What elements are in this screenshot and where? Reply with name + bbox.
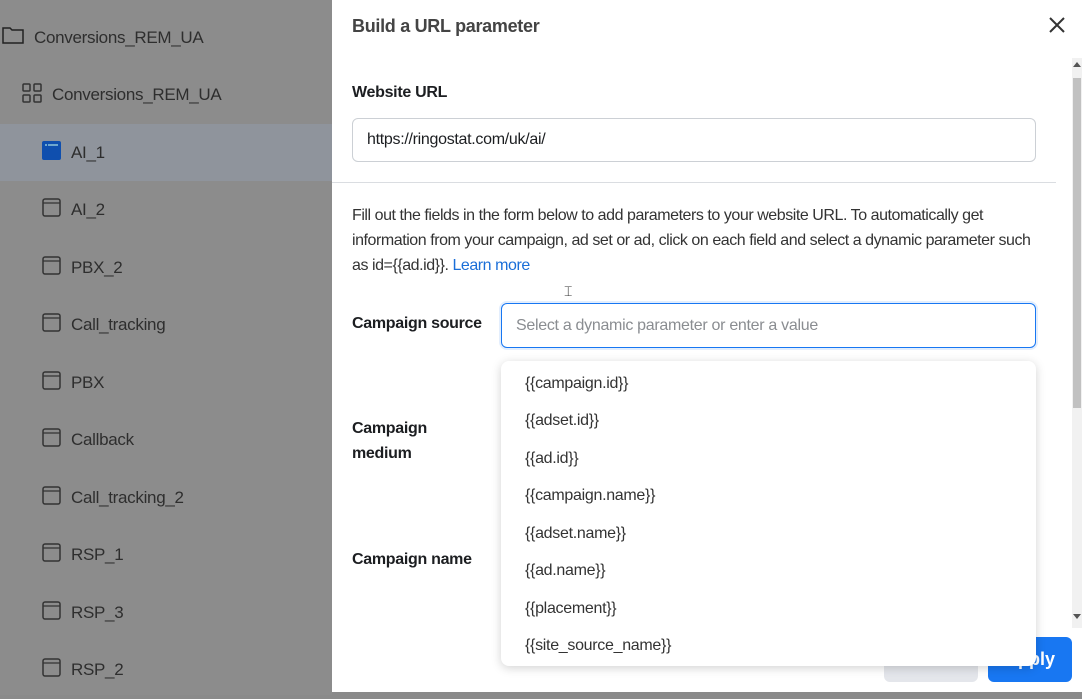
sidebar-item[interactable]: Conversions_REM_UA [0, 67, 332, 124]
scroll-up-icon[interactable] [1073, 62, 1081, 67]
ad-icon [42, 428, 61, 452]
sidebar-item-label: AI_1 [71, 142, 105, 162]
divider [332, 182, 1056, 183]
campaign-name-label: Campaign name [352, 551, 472, 568]
sidebar-item-label: Call_tracking_2 [71, 487, 184, 507]
dropdown-option[interactable]: {{ad.name}} [501, 553, 1036, 591]
close-icon[interactable] [1046, 14, 1068, 36]
campaign-source-label: Campaign source [352, 315, 482, 332]
ad-icon [42, 485, 61, 510]
sidebar-item[interactable]: Conversions_REM_UA [0, 9, 332, 66]
ad-icon [42, 600, 61, 625]
grid-icon [22, 82, 42, 108]
ad-icon [42, 370, 61, 395]
dropdown-option[interactable]: {{placement}} [501, 590, 1036, 628]
learn-more-link[interactable]: Learn more [452, 257, 530, 274]
sidebar-item-label: AI_2 [71, 200, 105, 219]
sidebar-item-label: RSP_2 [71, 660, 124, 679]
folder-icon [2, 25, 24, 50]
dropdown-option[interactable]: {{adset.name}} [501, 515, 1036, 553]
ad-icon [42, 658, 61, 682]
sidebar-item[interactable]: Call_tracking [0, 297, 332, 354]
dropdown-option[interactable]: {{campaign.id}} [501, 365, 1036, 403]
website-url-label: Website URL [352, 84, 448, 101]
sidebar-item-label: Conversions_REM_UA [52, 85, 222, 104]
campaign-medium-label: Campaign medium [352, 420, 427, 462]
scrollbar[interactable] [1072, 58, 1082, 628]
sidebar-item[interactable]: RSP_3 [0, 584, 332, 641]
text-cursor-icon: ⌶ [564, 283, 573, 299]
sidebar-item[interactable]: PBX_2 [0, 239, 332, 296]
website-url-value: https://ringostat.com/uk/ai/ [367, 131, 546, 148]
sidebar-item-label: Callback [71, 430, 134, 449]
ad-icon [42, 255, 61, 280]
sidebar-item[interactable]: RSP_1 [0, 527, 332, 584]
scroll-down-icon[interactable] [1073, 614, 1081, 619]
sidebar-item[interactable]: PBX [0, 354, 332, 411]
dropdown-option[interactable]: {{ad.id}} [501, 440, 1036, 478]
sidebar-item[interactable]: Callback [0, 412, 332, 469]
sidebar-item-label: RSP_3 [71, 602, 124, 622]
ad-icon [42, 313, 61, 337]
sidebar-item[interactable]: RSP_2 [0, 642, 332, 699]
sidebar-item-label: Conversions_REM_UA [34, 27, 204, 47]
sidebar: Conversions_REM_UA Conversions_REM_UA AI_1… [0, 0, 332, 695]
campaign-source-field[interactable] [501, 303, 1036, 348]
sidebar-item[interactable]: Call_tracking_2 [0, 469, 332, 526]
sidebar-item[interactable]: AI_1 [0, 124, 332, 181]
sidebar-item-label: PBX_2 [71, 257, 123, 277]
ad-icon [42, 543, 61, 567]
website-url-field[interactable]: https://ringostat.com/uk/ai/ [352, 118, 1036, 162]
sidebar-item-label: RSP_1 [71, 545, 124, 564]
ad-icon [42, 198, 61, 222]
scrollbar-thumb[interactable] [1073, 78, 1081, 408]
description: Fill out the fields in the form below to… [352, 203, 1042, 278]
sidebar-item-label: PBX [71, 372, 105, 392]
dropdown-option[interactable]: {{site_source_name}} [501, 628, 1036, 666]
sidebar-item[interactable]: AI_2 [0, 182, 332, 239]
campaign-source-input[interactable] [516, 316, 1021, 335]
sidebar-item-label: Call_tracking [71, 315, 166, 334]
dropdown-option[interactable]: {{campaign.name}} [501, 478, 1036, 516]
dropdown-option[interactable]: {{adset.id}} [501, 403, 1036, 441]
ad-icon [42, 140, 61, 165]
modal-title: Build a URL parameter [352, 16, 540, 36]
dynamic-parameter-dropdown: {{campaign.id}} {{adset.id}} {{ad.id}} {{ca… [501, 361, 1036, 666]
